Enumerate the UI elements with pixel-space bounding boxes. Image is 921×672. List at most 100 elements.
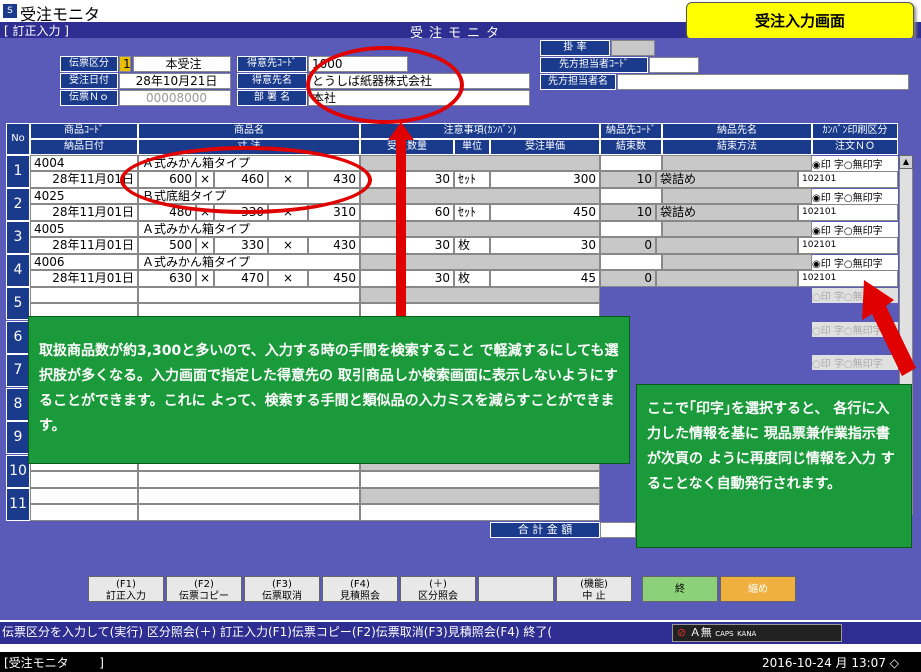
app-icon: S <box>3 4 17 18</box>
item-code-field[interactable]: 4005 <box>30 221 138 237</box>
kanban-print-radio[interactable]: ◉印 字○無印字 <box>812 255 898 270</box>
qty-field[interactable] <box>360 504 600 521</box>
radio-noprint[interactable]: 無印字 <box>853 226 883 237</box>
senpo-name-field[interactable] <box>617 74 909 90</box>
bundle-method-field[interactable]: 袋詰め <box>656 204 798 221</box>
radio-print[interactable]: 印 字 <box>821 226 844 237</box>
radio-print: 印 字 <box>820 292 844 303</box>
kanban-print-radio[interactable]: ◉印 字○無印字 <box>812 156 898 171</box>
unit-price-field[interactable]: 300 <box>490 171 600 188</box>
end-button[interactable]: 終 <box>642 576 718 602</box>
denpyo-no-field[interactable]: 00008000 <box>119 90 231 106</box>
arrow-diagonal-icon <box>862 280 916 376</box>
fkey-button[interactable]: (F4) 見積照会 <box>322 576 398 602</box>
deliv-code-field[interactable] <box>600 221 662 237</box>
kanban-print-radio[interactable]: ◉印 字○無印字 <box>812 189 898 204</box>
size-length-field[interactable]: 630 <box>138 270 196 287</box>
radio-noprint[interactable]: 無印字 <box>853 160 883 171</box>
bundle-method-field[interactable] <box>656 270 798 287</box>
item-name-field[interactable]: Ａ式みかん箱タイプ <box>138 221 360 237</box>
bundle-qty-field[interactable]: 0 <box>600 270 656 287</box>
senpo-code-field[interactable] <box>649 57 699 73</box>
order-no-field[interactable]: 102101 <box>798 171 898 188</box>
size-length-field[interactable]: 500 <box>138 237 196 254</box>
delivery-date-field[interactable]: 28年11月01日 <box>30 204 138 221</box>
reset-button[interactable]: 縮め <box>720 576 796 602</box>
delivery-date-field[interactable] <box>30 504 138 521</box>
order-no-field[interactable]: 102101 <box>798 204 898 221</box>
delivery-date-field[interactable] <box>30 470 138 488</box>
row-number: 3 <box>6 221 30 254</box>
qty-field[interactable] <box>360 470 600 488</box>
unit-price-field[interactable]: 30 <box>490 237 600 254</box>
deliv-code-field[interactable] <box>600 188 662 204</box>
ime-toolbar[interactable]: ⊘ Ａ無 CAPS KANA <box>672 624 842 642</box>
item-name-field[interactable]: Ａ式みかん箱タイプ <box>138 254 360 270</box>
fkey-button[interactable]: (＋) 区分照会 <box>400 576 476 602</box>
size-width-field[interactable]: 330 <box>214 237 268 254</box>
denpyo-kubun-label: 伝票区分 <box>60 56 118 72</box>
size-width-field[interactable]: 470 <box>214 270 268 287</box>
fkey-button[interactable]: (F1) 訂正入力 <box>88 576 164 602</box>
bundle-qty-field[interactable]: 10 <box>600 204 656 221</box>
mode-label: [ 訂正入力 ] <box>4 24 69 38</box>
bundle-method-field[interactable] <box>656 237 798 254</box>
unit-field[interactable]: 枚 <box>454 270 490 287</box>
radio-noprint[interactable]: 無印字 <box>853 259 883 270</box>
denpyo-kubun-code-field[interactable]: 1 <box>119 56 131 72</box>
item-code-field[interactable] <box>30 287 138 303</box>
row-number: 6 <box>6 320 30 354</box>
col-header-order-no: 注文ＮＯ <box>812 139 898 155</box>
callout-screen-name: 受注入力画面 <box>686 2 914 40</box>
radio-print[interactable]: 印 字 <box>821 160 844 171</box>
unit-price-field[interactable]: 450 <box>490 204 600 221</box>
bundle-method-field[interactable]: 袋詰め <box>656 171 798 188</box>
juchu-date-field[interactable]: 28年10月21日 <box>119 73 231 89</box>
senpo-code-label: 先方担当者ｺｰﾄﾞ <box>540 57 648 73</box>
item-code-field[interactable]: 4006 <box>30 254 138 270</box>
fkey-button[interactable]: (F2) 伝票コピー <box>166 576 242 602</box>
deliv-code-field[interactable] <box>600 155 662 171</box>
deliv-code-field[interactable] <box>600 254 662 270</box>
radio-noprint[interactable]: 無印字 <box>853 193 883 204</box>
size-field[interactable] <box>138 504 360 521</box>
scroll-up-icon[interactable]: ▲ <box>899 155 913 169</box>
col-header-kanban-print: ｶﾝﾊﾞﾝ印刷区分 <box>812 123 898 139</box>
fkey-button[interactable]: (機能) 中 止 <box>556 576 632 602</box>
unit-field[interactable]: ｾｯﾄ <box>454 171 490 188</box>
unit-price-field[interactable]: 45 <box>490 270 600 287</box>
size-height-field[interactable]: 450 <box>308 270 360 287</box>
denpyo-no-label: 伝票Ｎｏ <box>60 90 118 106</box>
callout-search-note: 取扱商品数が約3,300と多いので、入力する時の手間を検索すること で軽減するに… <box>28 316 630 464</box>
delivery-date-field[interactable]: 28年11月01日 <box>30 270 138 287</box>
radio-print[interactable]: 印 字 <box>821 259 844 270</box>
bundle-qty-field[interactable]: 10 <box>600 171 656 188</box>
tokuisaki-name-label: 得意先名 <box>237 73 307 89</box>
row-number: 10 <box>6 454 30 488</box>
total-field <box>600 522 636 538</box>
bundle-qty-field[interactable]: 0 <box>600 237 656 254</box>
times-sign: × <box>196 270 214 287</box>
item-name-field[interactable] <box>138 488 360 504</box>
radio-print[interactable]: 印 字 <box>821 193 844 204</box>
fkey-button[interactable] <box>478 576 554 602</box>
deliv-name-field <box>662 155 812 171</box>
item-code-field[interactable] <box>30 488 138 504</box>
unit-field[interactable]: 枚 <box>454 237 490 254</box>
delivery-date-field[interactable]: 28年11月01日 <box>30 237 138 254</box>
item-code-field[interactable]: 4025 <box>30 188 138 204</box>
times-sign: × <box>268 270 308 287</box>
unit-field[interactable]: ｾｯﾄ <box>454 204 490 221</box>
size-height-field[interactable]: 430 <box>308 237 360 254</box>
item-code-field[interactable]: 4004 <box>30 155 138 171</box>
tokuisaki-code-label: 得意先ｺｰﾄﾞ <box>237 56 307 72</box>
ime-mode: 無 <box>700 626 712 639</box>
row-number: 2 <box>6 188 30 221</box>
item-name-field[interactable] <box>138 287 360 303</box>
fkey-button[interactable]: (F3) 伝票取消 <box>244 576 320 602</box>
fkey-code: (機能) <box>580 579 608 590</box>
size-field[interactable] <box>138 470 360 488</box>
kanban-print-radio[interactable]: ◉印 字○無印字 <box>812 222 898 237</box>
deliv-name-field <box>662 221 812 237</box>
order-no-field[interactable]: 102101 <box>798 237 898 254</box>
